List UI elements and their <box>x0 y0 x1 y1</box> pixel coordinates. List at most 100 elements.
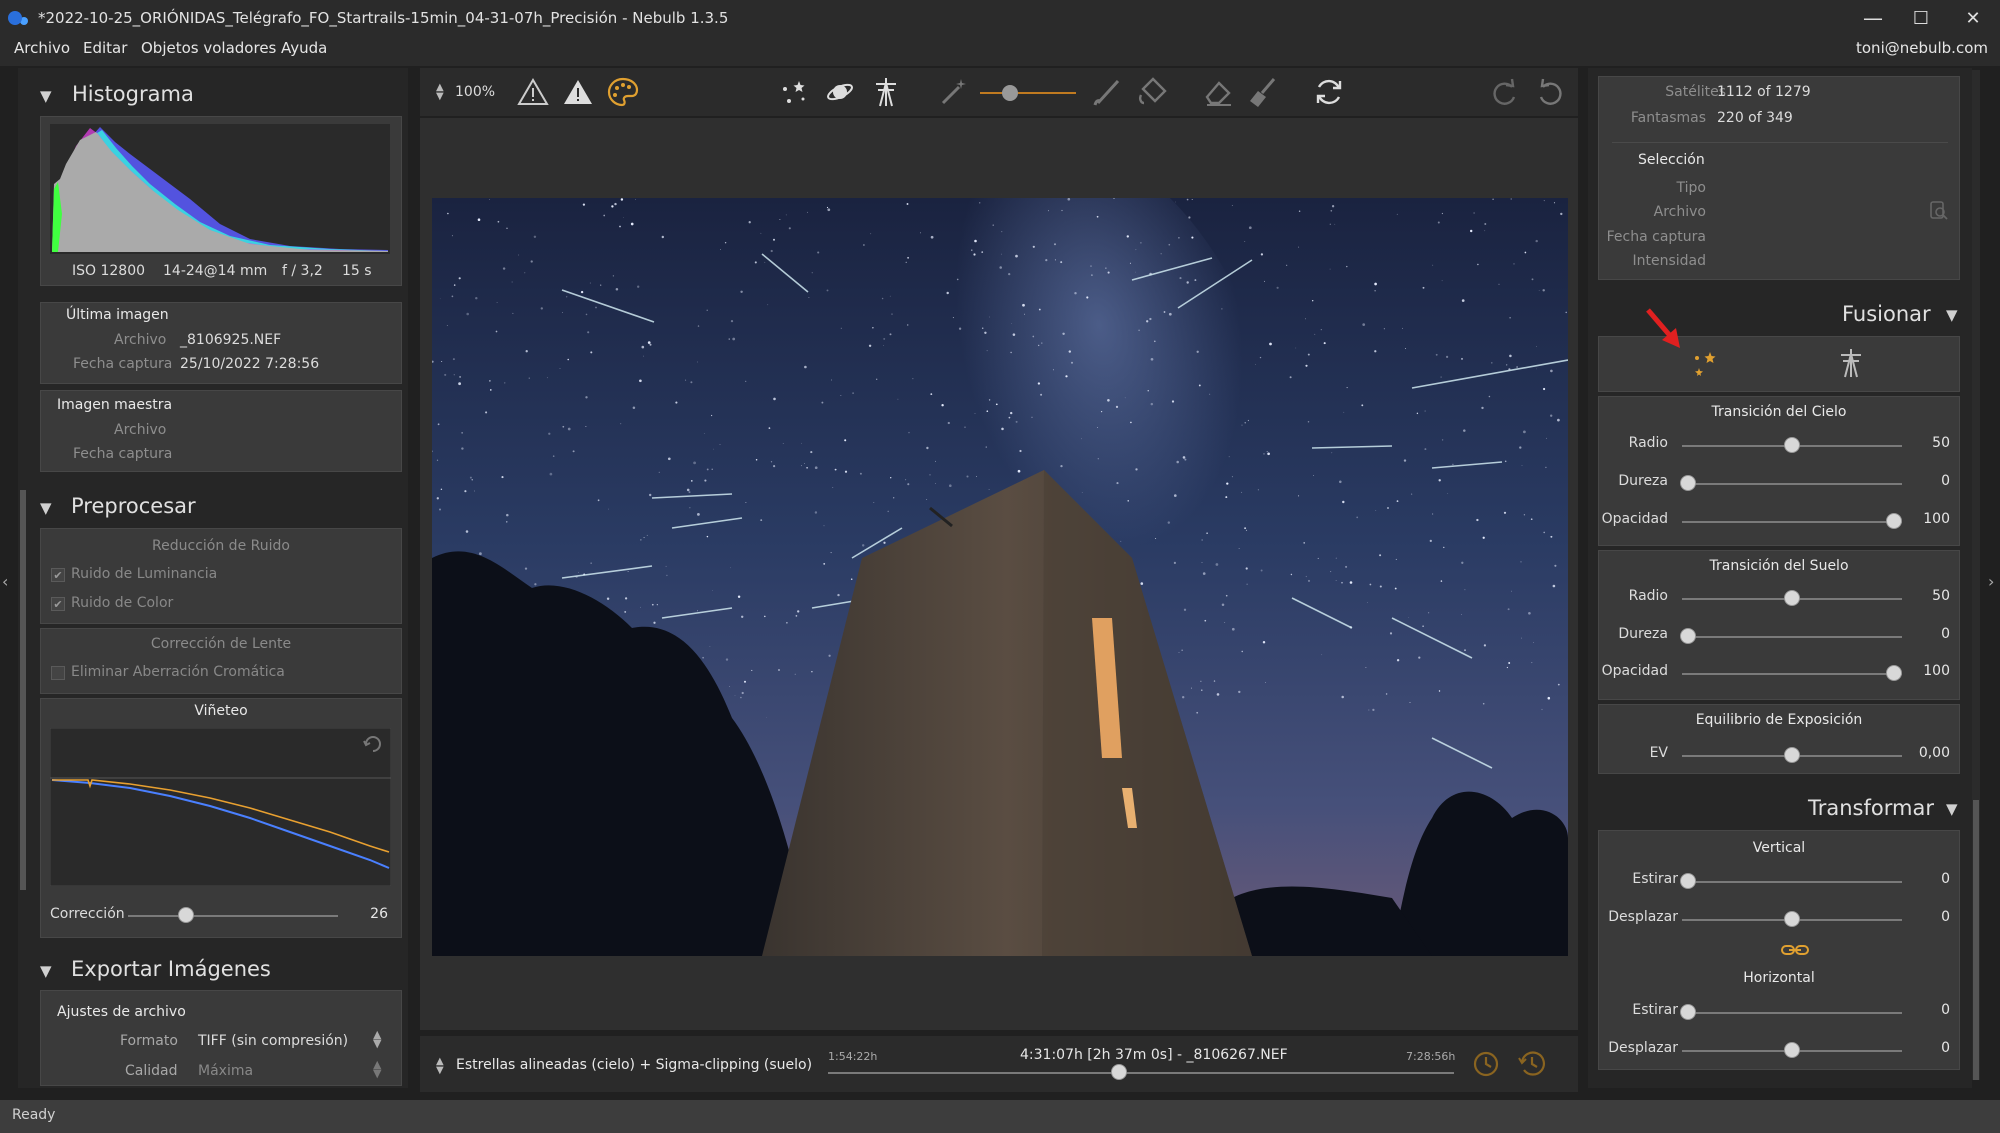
ground-hardness-value: 0 <box>1941 626 1950 642</box>
last-image-date-label: Fecha captura <box>73 356 173 372</box>
sky-hardness-value: 0 <box>1941 473 1950 489</box>
merge-collapse-icon[interactable]: ▼ <box>1946 306 1958 324</box>
timeline-knob[interactable] <box>1111 1064 1128 1080</box>
stars-icon[interactable] <box>777 75 811 109</box>
minimize-button[interactable]: — <box>1846 0 1900 36</box>
ground-transition-title: Transición del Suelo <box>1709 558 1849 574</box>
ev-knob[interactable] <box>1784 747 1800 763</box>
sky-hardness-knob[interactable] <box>1680 475 1696 491</box>
status-bar <box>0 1100 2000 1133</box>
transform-title: Transformar <box>1808 796 1934 820</box>
transform-collapse-icon[interactable]: ▼ <box>1946 800 1958 818</box>
stars-mode-icon[interactable] <box>1688 346 1722 380</box>
tower-mode-icon[interactable] <box>1834 346 1868 380</box>
mode-spinner-icon[interactable]: ▲ ▼ <box>436 1057 444 1076</box>
zoom-spinner-icon[interactable]: ▲ ▼ <box>436 83 444 102</box>
timeline-end: 7:28:56h <box>1406 1050 1456 1063</box>
toolbar-slider-track[interactable] <box>980 92 1076 94</box>
format-select[interactable]: TIFF (sin compresión) <box>198 1033 348 1049</box>
planet-satellite-icon[interactable] <box>823 75 857 109</box>
collapse-left-icon[interactable]: ‹ <box>2 572 8 591</box>
ev-label: EV <box>1649 745 1668 761</box>
close-button[interactable]: ✕ <box>1946 0 2000 36</box>
toolbar-slider-knob[interactable] <box>1002 85 1018 101</box>
menu-ayuda[interactable]: Ayuda <box>281 39 327 57</box>
warning-filled-icon[interactable] <box>561 75 595 109</box>
last-image-title: Última imagen <box>66 307 169 323</box>
warning-outline-icon[interactable] <box>516 75 550 109</box>
sky-radius-knob[interactable] <box>1784 437 1800 453</box>
vertical-stretch-track[interactable] <box>1682 881 1902 883</box>
ground-opacity-track[interactable] <box>1682 673 1902 675</box>
stacking-mode[interactable]: Estrellas alineadas (cielo) + Sigma-clip… <box>456 1057 812 1073</box>
luminance-checkbox[interactable]: ✔ <box>51 568 65 582</box>
chromatic-checkbox[interactable] <box>51 666 65 680</box>
satellites-label: Satélites <box>1665 84 1726 100</box>
exposure-balance-title: Equilibrio de Exposición <box>1695 712 1863 728</box>
sky-transition-title: Transición del Cielo <box>1711 404 1847 420</box>
link-icon[interactable] <box>1780 942 1810 958</box>
correction-slider-track[interactable] <box>128 915 338 917</box>
tower-icon[interactable] <box>869 75 903 109</box>
menu-archivo[interactable]: Archivo <box>14 39 70 57</box>
maximize-button[interactable]: ☐ <box>1894 0 1948 36</box>
sky-opacity-track[interactable] <box>1682 521 1902 523</box>
paint-bucket-icon[interactable] <box>1135 75 1169 109</box>
ground-hardness-knob[interactable] <box>1680 628 1696 644</box>
correction-slider-knob[interactable] <box>178 907 194 923</box>
redo-icon[interactable] <box>1488 75 1522 109</box>
last-image-file-label: Archivo <box>114 332 167 348</box>
broom-icon[interactable] <box>1246 75 1280 109</box>
sky-opacity-knob[interactable] <box>1886 513 1902 529</box>
ground-hardness-track[interactable] <box>1682 636 1902 638</box>
eraser-icon[interactable] <box>1201 75 1235 109</box>
vignette-reset-icon[interactable] <box>362 733 384 755</box>
quality-select[interactable]: Máxima <box>198 1063 253 1079</box>
refresh-icon[interactable] <box>1312 75 1346 109</box>
vertical-stretch-knob[interactable] <box>1680 873 1696 889</box>
ground-opacity-knob[interactable] <box>1886 665 1902 681</box>
histogram-collapse-icon[interactable]: ▼ <box>40 87 52 105</box>
ground-radius-knob[interactable] <box>1784 590 1800 606</box>
correction-value: 26 <box>370 906 388 922</box>
horizontal-stretch-knob[interactable] <box>1680 1004 1696 1020</box>
vertical-shift-knob[interactable] <box>1784 911 1800 927</box>
quality-label: Calidad <box>125 1063 178 1079</box>
clock-icon[interactable] <box>1470 1048 1502 1080</box>
master-image-date-label: Fecha captura <box>73 446 173 462</box>
format-label: Formato <box>120 1033 178 1049</box>
horizontal-title: Horizontal <box>1743 970 1815 986</box>
selection-type-label: Tipo <box>1676 180 1706 196</box>
clock-history-icon[interactable] <box>1516 1048 1548 1080</box>
startrails-photo[interactable] <box>432 198 1568 956</box>
horizontal-stretch-label: Estirar <box>1632 1002 1678 1018</box>
sky-hardness-track[interactable] <box>1682 483 1902 485</box>
brush-icon[interactable] <box>1090 75 1124 109</box>
horizontal-shift-knob[interactable] <box>1784 1042 1800 1058</box>
vertical-shift-label: Desplazar <box>1608 909 1678 925</box>
left-scrollbar[interactable] <box>20 490 26 890</box>
undo-icon[interactable] <box>1533 75 1567 109</box>
locate-file-icon[interactable] <box>1928 200 1950 222</box>
menu-objetos-voladores[interactable]: Objetos voladores <box>141 39 276 57</box>
luminance-label: Ruido de Luminancia <box>71 566 218 582</box>
horizontal-stretch-track[interactable] <box>1682 1012 1902 1014</box>
palette-icon[interactable] <box>606 75 640 109</box>
menu-editar[interactable]: Editar <box>83 39 127 57</box>
quality-spinner-icon[interactable]: ▲ ▼ <box>373 1059 381 1079</box>
right-scrollbar-thumb[interactable] <box>1973 800 1979 1080</box>
magic-wand-icon[interactable] <box>935 75 969 109</box>
export-collapse-icon[interactable]: ▼ <box>40 962 52 980</box>
sky-radius-label: Radio <box>1628 435 1668 451</box>
preprocess-collapse-icon[interactable]: ▼ <box>40 499 52 517</box>
user-email[interactable]: toni@nebulb.com <box>1856 39 1988 57</box>
format-spinner-icon[interactable]: ▲ ▼ <box>373 1029 381 1049</box>
zoom-level[interactable]: 100% <box>455 84 495 100</box>
red-arrow-icon <box>1646 308 1680 348</box>
timeline-track[interactable] <box>828 1072 1454 1074</box>
ground-opacity-label: Opacidad <box>1601 663 1668 679</box>
collapse-right-icon[interactable]: › <box>1988 572 1994 591</box>
ground-radius-value: 50 <box>1932 588 1950 604</box>
last-image-file-value: _8106925.NEF <box>180 332 282 348</box>
color-noise-checkbox[interactable]: ✔ <box>51 597 65 611</box>
